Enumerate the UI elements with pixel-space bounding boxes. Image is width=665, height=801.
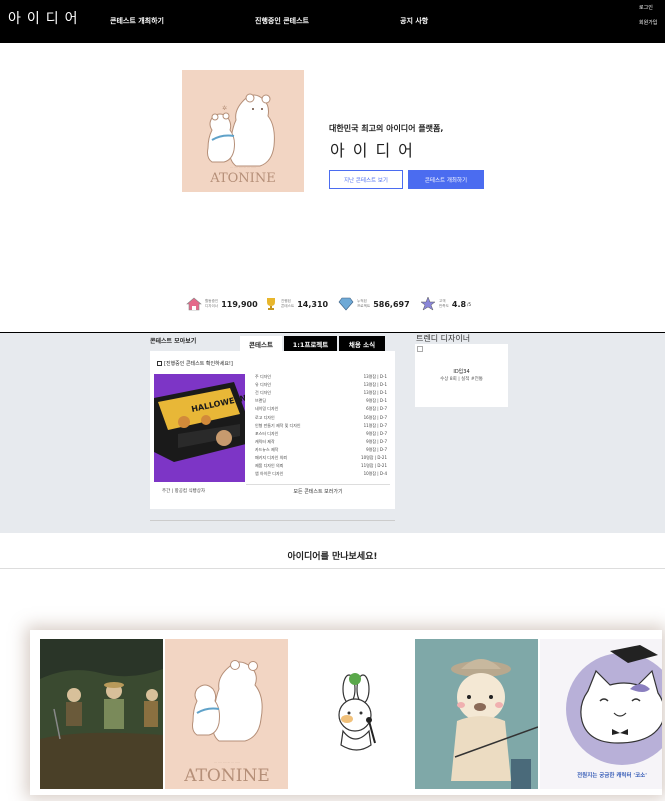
contest-row-title: 건 디자인 <box>255 390 271 396</box>
designer-id: ID입34 <box>453 369 470 375</box>
stat-value: 14,310 <box>297 299 329 309</box>
gallery-card-cat[interactable]: 전원지는 궁금한 캐릭터 '코소' <box>540 639 662 789</box>
nav-link-host-contest[interactable]: 콘테스트 개최하기 <box>110 16 164 26</box>
contest-row-meta: 6명참 | D-7 <box>366 406 387 412</box>
contest-row-title: 인형 만들기 제작 및 디자인 <box>255 422 301 428</box>
house-icon <box>186 297 202 311</box>
stat-value: 586,697 <box>373 299 410 309</box>
contest-row-title: 카드뉴스 제작 <box>255 446 279 452</box>
stat-value: 4.8 <box>451 299 467 309</box>
diamond-icon <box>338 297 354 311</box>
contest-row-title: 네이밍 디자인 <box>255 406 279 412</box>
tab-project[interactable]: 1:1프로젝트 <box>284 336 337 351</box>
contest-section-title: 콘테스트 모아보기 <box>150 338 197 345</box>
site-logo[interactable]: 아이디어 <box>8 8 84 28</box>
board-underline <box>150 520 395 521</box>
contest-row[interactable]: 유 디자인 13명참 | D-1 <box>255 382 387 390</box>
contest-row-title: 유 디자인 <box>255 382 271 388</box>
contest-row-title: 포스터 디자인 <box>255 430 279 436</box>
hero-tagline: 대한민국 최고의 아이디어 플랫폼, <box>329 124 444 133</box>
contest-row-title: 로고 디자인 <box>255 414 275 420</box>
contest-row-meta: 10명참 | D-4 <box>363 471 387 477</box>
featured-caption: 주간 | 항공컵 식빵상자 <box>162 489 206 494</box>
signup-link[interactable]: 회원가입 <box>639 19 657 26</box>
stat-designers: 활동중인 디자이너 119,900 <box>186 295 258 313</box>
contest-row[interactable]: 포스터 디자인 9명참 | D-7 <box>255 431 387 439</box>
contest-row[interactable]: 로고 디자인 16명참 | D-7 <box>255 415 387 423</box>
contest-row[interactable]: 건 디자인 13명참 | D-1 <box>255 390 387 398</box>
contest-row-meta: 10명참 | D-21 <box>361 455 387 460</box>
contest-row-meta: 13명참 | D-1 <box>363 374 387 379</box>
star-icon <box>420 296 436 311</box>
contest-row-meta: 9명참 | D-1 <box>366 398 387 404</box>
atonine-text: ATONINE <box>183 766 270 786</box>
contest-row-meta: 9명참 | D-7 <box>366 438 387 444</box>
svg-text:✲: ✲ <box>222 105 227 112</box>
stat-value: 119,900 <box>221 299 258 309</box>
tab-contest[interactable]: 콘테스트 <box>240 336 282 351</box>
contest-row[interactable]: 패키지 디자인 의뢰 10명참 | D-21 <box>255 455 387 463</box>
contest-row-meta: 16명참 | D-7 <box>363 414 387 420</box>
host-contest-button[interactable]: 콘테스트 개최하기 <box>408 170 484 189</box>
top-navbar: 아이디어 콘테스트 개최하기 진행중인 콘테스트 공지 사항 로그인 회원가입 <box>0 0 665 43</box>
nav-link-notice[interactable]: 공지 사항 <box>400 16 428 26</box>
contest-row[interactable]: 앱 아이콘 디자인 10명참 | D-4 <box>255 471 387 479</box>
contest-row[interactable]: 인형 만들기 제작 및 디자인 11명참 | D-7 <box>255 423 387 431</box>
contest-row-title: 패키지 디자인 의뢰 <box>255 455 287 460</box>
contest-row[interactable]: 네이밍 디자인 6명참 | D-7 <box>255 406 387 414</box>
designer-meta: 수상 8회 | 실적 #전통 <box>440 377 483 382</box>
gallery-card-bears[interactable]: ··· ···· ···· ··· ··· ····· ATONINE <box>165 639 288 789</box>
contest-row[interactable]: 캐릭터 제작 9명참 | D-7 <box>255 439 387 447</box>
trend-section-title: 트렌디 디자이너 <box>416 334 471 343</box>
contest-row-title: 제품 디자인 의뢰 <box>255 463 284 469</box>
contest-row-title: 주 디자인 <box>255 374 271 379</box>
contest-row-meta: 13명참 | D-1 <box>363 382 387 388</box>
meet-divider <box>0 568 665 569</box>
tab-jobs[interactable]: 채용 소식 <box>339 336 385 351</box>
contest-row[interactable]: 카드뉴스 제작 9명참 | D-7 <box>255 447 387 455</box>
stat-contests: 진행된 콘테스트 14,310 <box>264 295 328 313</box>
contest-row[interactable]: 주 디자인 13명참 | D-1 <box>255 374 387 382</box>
hero-bear-illustration: ✲ ··· ···· ···· ··· ··· ····· ATONINE <box>182 70 304 192</box>
gallery-card-fishing-bear[interactable] <box>415 639 538 789</box>
contest-row-meta: 9명참 | D-7 <box>366 430 387 436</box>
stat-satisfaction: 고객 만족도 4.8 /5 <box>420 295 471 313</box>
trophy-icon <box>267 298 275 310</box>
svg-text:··· ···· ···· ··· ··· ·····: ··· ···· ···· ··· ··· ····· <box>230 165 256 169</box>
stat-projects: 누적된 프로젝트 586,697 <box>338 295 410 313</box>
svg-text:··· ···· ···· ··· ··· ·····: ··· ···· ···· ··· ··· ····· <box>214 760 240 764</box>
past-contest-button[interactable]: 지난 콘테스트 보기 <box>329 170 403 189</box>
gallery-card-farmers[interactable] <box>40 639 163 789</box>
atonine-text: ATONINE <box>209 171 275 186</box>
contest-row-meta: 11명참 | D-21 <box>361 463 387 469</box>
login-link[interactable]: 로그인 <box>639 4 653 11</box>
hero-brand: 아이디어 <box>330 141 421 160</box>
contest-row-title: 앱 아이콘 디자인 <box>255 471 284 477</box>
broken-image-icon <box>417 346 423 352</box>
contest-row-meta: 13명참 | D-1 <box>363 390 387 396</box>
gallery-card-rabbit[interactable] <box>289 639 412 789</box>
cat-caption: 전원지는 궁금한 캐릭터 '코소' <box>577 771 647 779</box>
nav-link-ongoing-contests[interactable]: 진행중인 콘테스트 <box>255 16 309 26</box>
meet-title: 아이디어를 만나보세요! <box>287 552 378 562</box>
contest-row-meta: 11명참 | D-7 <box>363 422 387 428</box>
contest-notice: [진행중인 콘테스트 확인하세요!] <box>157 360 233 367</box>
contest-row-title: 브랜딩 <box>255 398 267 404</box>
featured-contest-image[interactable]: HALLOWEEN <box>154 374 245 482</box>
contest-row-title: 캐릭터 제작 <box>255 438 275 444</box>
view-all-contests-button[interactable]: 모든 콘테스트 보러가기 <box>246 484 390 498</box>
contest-row[interactable]: 제품 디자인 의뢰 11명참 | D-21 <box>255 463 387 471</box>
trend-designer-card[interactable]: ID입34 수상 8회 | 실적 #전통 <box>415 344 508 407</box>
contest-row-meta: 9명참 | D-7 <box>366 446 387 452</box>
